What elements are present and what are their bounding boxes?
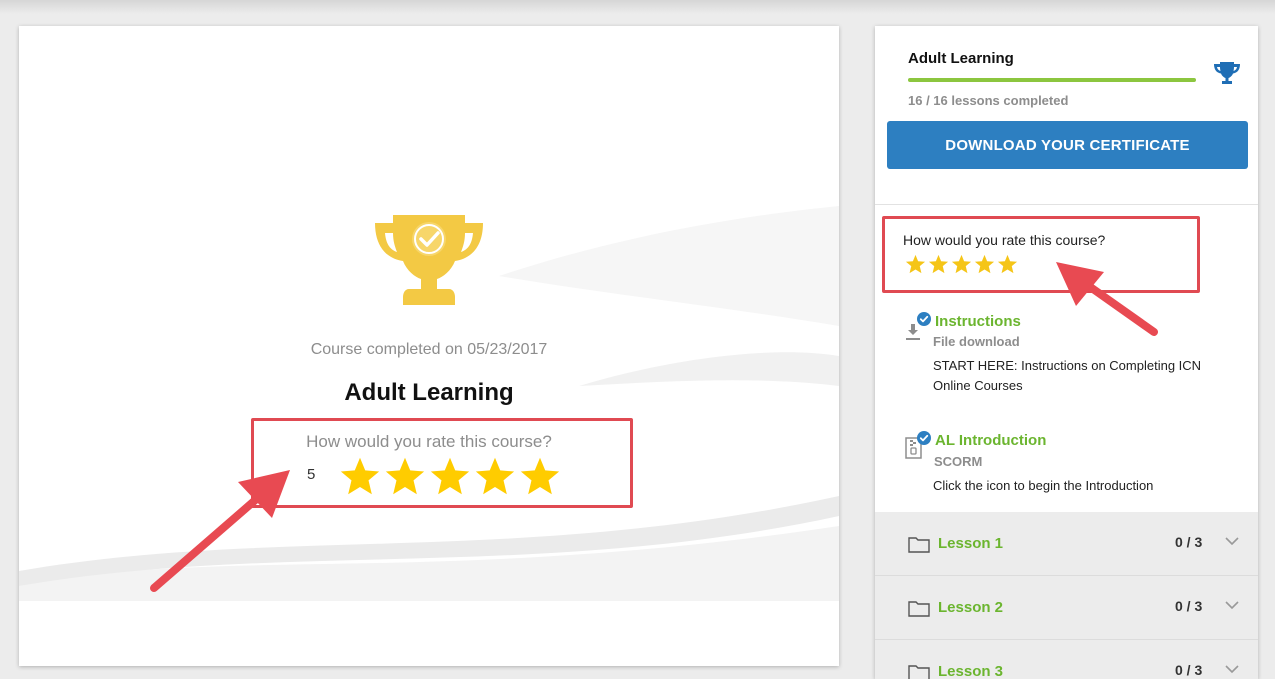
- completion-date-text: Course completed on 05/23/2017: [310, 341, 548, 358]
- trophy-check-icon: [375, 215, 483, 305]
- sidebar-item-introduction-title[interactable]: AL Introduction: [935, 432, 1046, 449]
- lesson-count: 0 / 3: [1175, 662, 1203, 678]
- chevron-down-icon[interactable]: [1225, 665, 1239, 674]
- folder-icon: [908, 601, 930, 617]
- lesson-count: 0 / 3: [1175, 598, 1203, 614]
- lesson-label[interactable]: Lesson 3: [938, 663, 1003, 679]
- lesson-row[interactable]: Lesson 2 0 / 3: [875, 576, 1258, 640]
- sidebar-item-instructions-type: File download: [933, 334, 1020, 349]
- chevron-down-icon[interactable]: [1225, 537, 1239, 546]
- sidebar-item-introduction-description: Click the icon to begin the Introduction: [933, 478, 1154, 493]
- course-title: Adult Learning: [344, 379, 514, 406]
- folder-icon: [908, 665, 930, 679]
- course-sidebar: Adult Learning 16 / 16 lessons completed…: [875, 26, 1258, 679]
- annotation-arrow-main: [150, 470, 290, 592]
- lesson-row[interactable]: Lesson 3 0 / 3: [875, 640, 1258, 679]
- completed-check-icon: [917, 431, 931, 445]
- sidebar-item-instructions-description: START HERE: Instructions on Completing I…: [933, 358, 1202, 393]
- sidebar-course-title: Adult Learning: [908, 50, 1014, 67]
- top-shadow: [0, 0, 1275, 14]
- trophy-icon: [1214, 62, 1240, 84]
- sidebar-item-introduction-type: SCORM: [934, 454, 983, 469]
- lesson-row[interactable]: Lesson 1 0 / 3: [875, 512, 1258, 576]
- folder-icon: [908, 537, 930, 553]
- sidebar-divider: [875, 204, 1258, 205]
- lesson-label[interactable]: Lesson 1: [938, 535, 1003, 552]
- download-certificate-button[interactable]: DOWNLOAD YOUR CERTIFICATE: [887, 121, 1248, 169]
- chevron-down-icon[interactable]: [1225, 601, 1239, 610]
- lesson-count: 0 / 3: [1175, 534, 1203, 550]
- completed-check-icon: [917, 312, 931, 326]
- annotation-arrow-sidebar: [1056, 262, 1158, 336]
- lessons-completed-text: 16 / 16 lessons completed: [908, 93, 1069, 108]
- course-progress-bar: [908, 78, 1196, 82]
- sidebar-item-instructions-title[interactable]: Instructions: [935, 313, 1021, 330]
- lesson-label[interactable]: Lesson 2: [938, 599, 1003, 616]
- course-progress-fill: [908, 78, 1196, 82]
